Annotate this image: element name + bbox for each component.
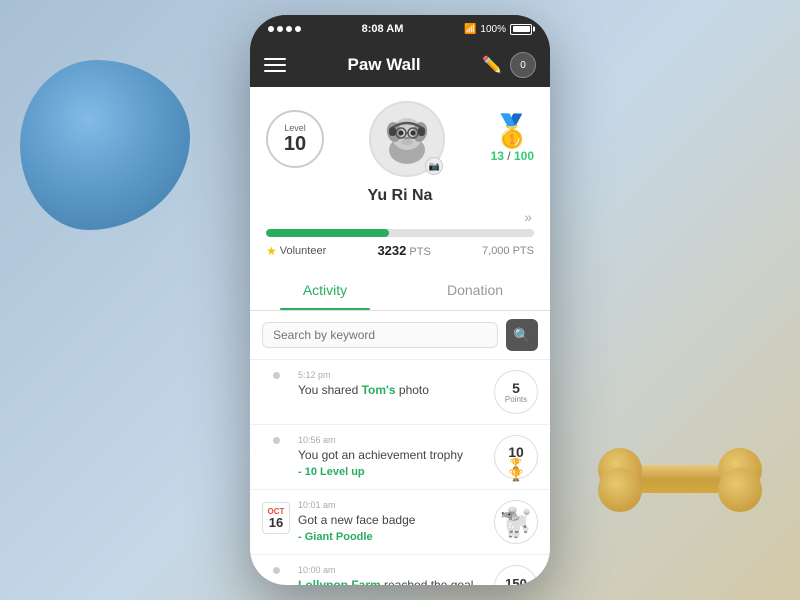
camera-button[interactable]: 📷 — [425, 157, 443, 175]
timeline-dot-4 — [262, 567, 290, 574]
activity-list: 5:12 pm You shared Tom's photo 5 Points … — [250, 360, 550, 585]
content-area: Level 10 — [250, 87, 550, 585]
rank-label: Volunteer — [280, 245, 326, 257]
tab-donation[interactable]: Donation — [400, 270, 550, 310]
status-time: 8:08 AM — [362, 23, 404, 35]
timeline-date-3: Oct 16 — [262, 502, 290, 534]
activity-item: 5:12 pm You shared Tom's photo 5 Points — [250, 360, 550, 425]
phone-frame: 8:08 AM 📶 100% Paw Wall ✏️ 0 — [250, 15, 550, 585]
activity-item-4: 10:00 am Lollypop Farm reached the goal … — [250, 555, 550, 585]
progress-bar-fill — [266, 229, 389, 237]
volunteer-label: ★ Volunteer — [266, 244, 326, 258]
activity-time-3: 10:01 am — [298, 500, 486, 510]
signal-dot-3 — [286, 26, 292, 32]
search-input[interactable] — [262, 322, 498, 348]
hamburger-line-2 — [264, 64, 286, 66]
header-title: Paw Wall — [348, 55, 421, 75]
activity-content-3: 10:01 am Got a new face badge - Giant Po… — [298, 500, 486, 543]
activity-time-1: 5:12 pm — [298, 370, 486, 380]
search-button[interactable]: 🔍 — [506, 319, 538, 351]
poodle-icon: 🐩 — [499, 506, 534, 539]
wifi-icon: 📶 — [464, 24, 476, 35]
activity-item-2: 10:56 am You got an achievement trophy -… — [250, 425, 550, 490]
profile-section: Level 10 — [250, 87, 550, 270]
activity-text-1: You shared Tom's photo — [298, 382, 486, 399]
status-right: 📶 100% — [464, 24, 532, 35]
progress-bar — [266, 229, 534, 237]
signal-dot-4 — [295, 26, 301, 32]
activity-text-4: Lollypop Farm reached the goal — [298, 577, 486, 585]
search-bar: 🔍 — [250, 311, 550, 360]
pts-value: 3232 — [377, 243, 406, 258]
hamburger-line-3 — [264, 70, 286, 72]
pts-display: 3232 PTS — [377, 243, 430, 258]
pts-goal: 7,000 PTS — [482, 245, 534, 257]
notification-count: 0 — [520, 60, 526, 71]
activity-badge-3: 🐩 — [494, 500, 538, 544]
star-icon: ★ — [266, 244, 277, 258]
activity-text-3: Got a new face badge — [298, 512, 486, 529]
dot-4 — [273, 567, 280, 574]
activity-time-2: 10:56 am — [298, 435, 486, 445]
timeline-dot-1 — [262, 372, 290, 379]
activity-badge-1: 5 Points — [494, 370, 538, 414]
battery-fill — [513, 26, 530, 32]
app-header: Paw Wall ✏️ 0 — [250, 43, 550, 87]
achievement-icon: 🥇 — [492, 115, 532, 147]
date-box: Oct 16 — [262, 502, 290, 534]
level-number: 10 — [284, 133, 306, 155]
date-day: 16 — [269, 516, 283, 529]
activity-content-4: 10:00 am Lollypop Farm reached the goal — [298, 565, 486, 585]
dot-1 — [273, 372, 280, 379]
toy-right — [590, 440, 770, 520]
activity-badge-2: 10 🏆 — [494, 435, 538, 479]
activity-item-3: Oct 16 10:01 am Got a new face badge - G… — [250, 490, 550, 555]
achievement-count: 13 / 100 — [491, 149, 534, 163]
activity-content-1: 5:12 pm You shared Tom's photo — [298, 370, 486, 399]
level-badge: Level 10 — [266, 110, 324, 168]
signal-dot-1 — [268, 26, 274, 32]
activity-badge-4: 150 Points — [494, 565, 538, 585]
battery-percent: 100% — [480, 24, 506, 35]
dot-2 — [273, 437, 280, 444]
activity-sub-2: - 10 Level up — [298, 466, 486, 478]
activity-text-2: You got an achievement trophy — [298, 447, 486, 464]
hamburger-line-1 — [264, 58, 286, 60]
menu-button[interactable] — [264, 58, 286, 72]
activity-content-2: 10:56 am You got an achievement trophy -… — [298, 435, 486, 478]
tabs: Activity Donation — [250, 270, 550, 311]
timeline-dot-2 — [262, 437, 290, 444]
avatar-wrap: 📷 — [369, 101, 445, 177]
edit-button[interactable]: ✏️ — [482, 55, 502, 75]
level-label: Level — [284, 123, 306, 133]
header-actions: ✏️ 0 — [482, 52, 536, 78]
pts-label: PTS — [409, 246, 430, 258]
signal-dot-2 — [277, 26, 283, 32]
search-icon: 🔍 — [513, 327, 530, 344]
profile-name: Yu Ri Na — [266, 187, 534, 205]
achievement-area: 🥇 13 / 100 — [491, 115, 534, 163]
signal-dots — [268, 26, 301, 32]
chevron-right-icon[interactable]: » — [266, 209, 534, 225]
tab-activity[interactable]: Activity — [250, 270, 400, 310]
status-bar: 8:08 AM 📶 100% — [250, 15, 550, 43]
activity-time-4: 10:00 am — [298, 565, 486, 575]
profile-top: Level 10 — [266, 101, 534, 177]
activity-sub-3: - Giant Poodle — [298, 531, 486, 543]
profile-stats: ★ Volunteer 3232 PTS 7,000 PTS — [266, 243, 534, 258]
battery-icon — [510, 24, 532, 35]
notification-button[interactable]: 0 — [510, 52, 536, 78]
